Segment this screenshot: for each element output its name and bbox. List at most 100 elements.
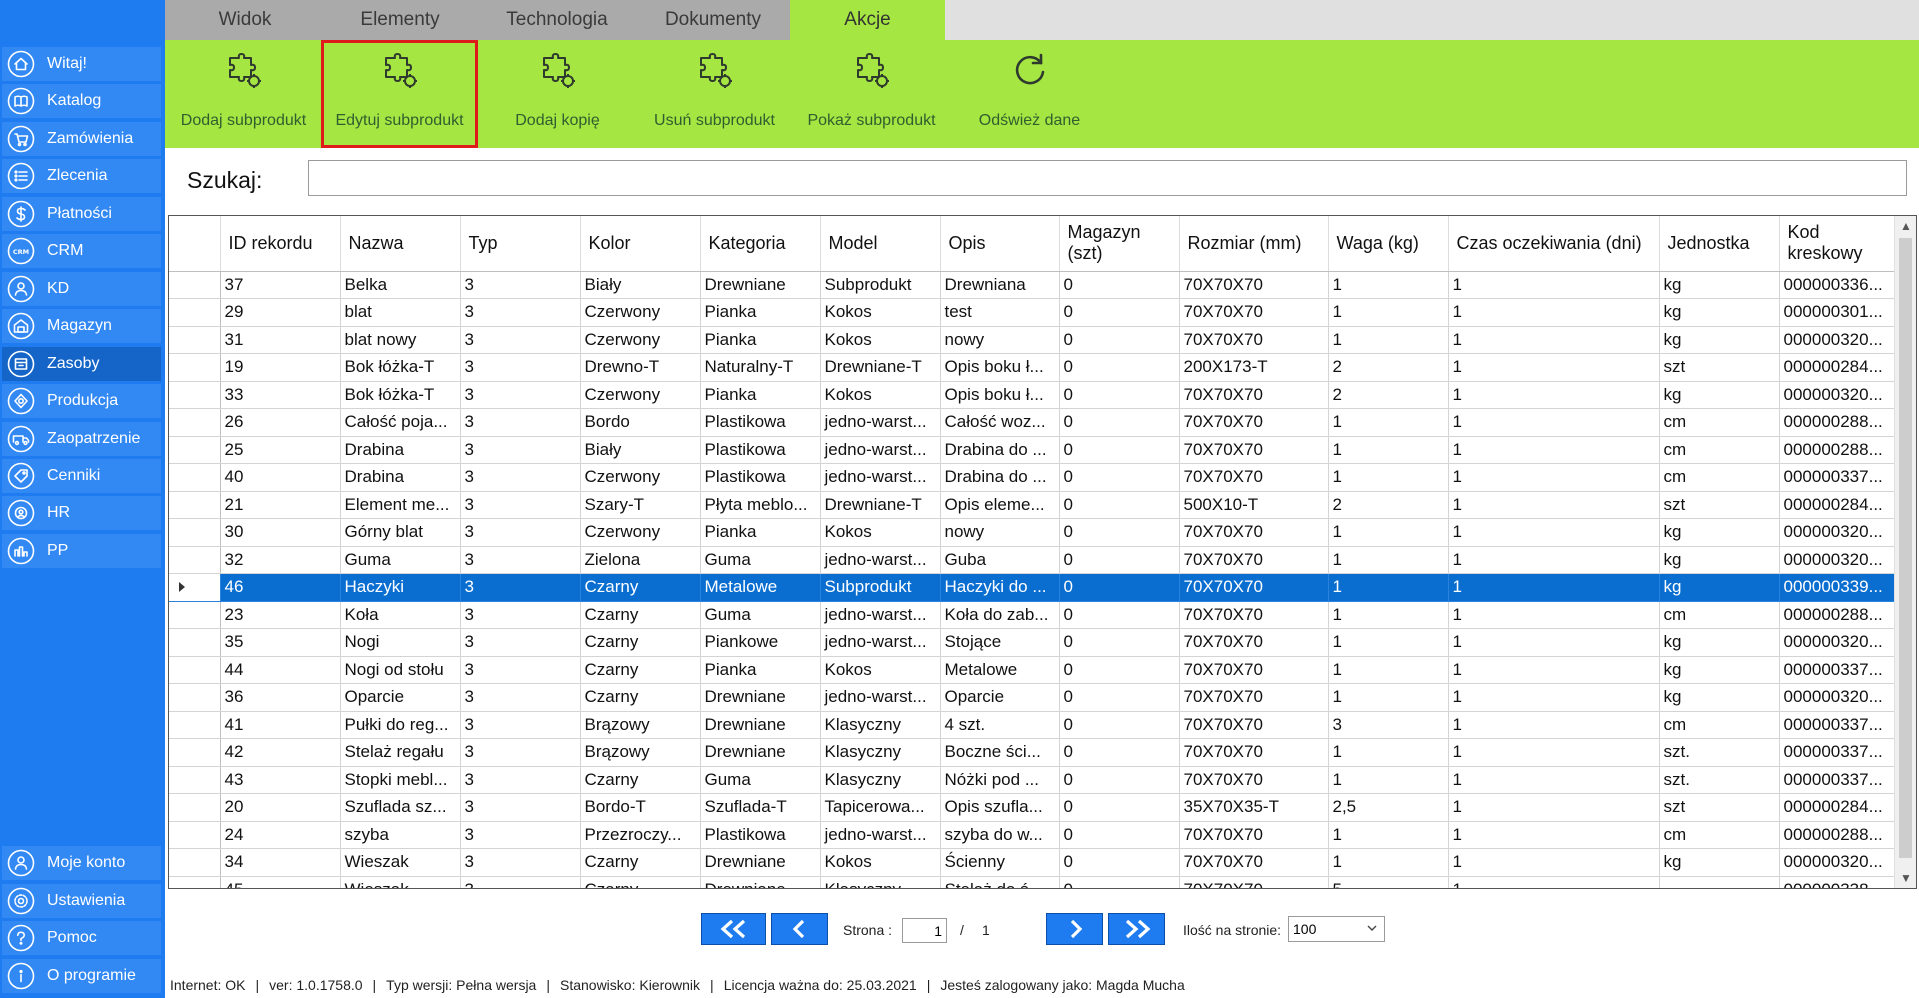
table-cell[interactable]: 0 [1059,766,1180,794]
table-row[interactable]: 31 blat nowy 3 Czerwony Pianka Kokos nowy 0 70X7… [169,326,1900,354]
table-cell[interactable]: Haczyki do ... [940,573,1060,602]
table-cell[interactable]: 29 [220,298,341,327]
table-cell[interactable] [1659,876,1780,888]
table-cell[interactable]: Czarny [580,573,701,602]
row-header-cell[interactable] [169,738,221,767]
table-cell[interactable]: 3 [460,353,581,382]
search-input[interactable] [308,160,1907,196]
sidebar-item-zaopatrzenie[interactable]: Zaopatrzenie [2,421,161,456]
table-cell[interactable]: Kokos [820,656,941,684]
table-cell[interactable]: 1 [1328,601,1449,629]
table-cell[interactable]: 1 [1448,491,1660,519]
table-cell[interactable]: Pianka [700,381,821,409]
table-cell[interactable]: 1 [1328,573,1449,602]
table-cell[interactable]: Szuflada-T [700,793,821,822]
sidebar-item-cenniki[interactable]: Cenniki [2,458,161,493]
table-cell[interactable]: 0 [1059,628,1180,657]
table-cell[interactable]: 3 [460,711,581,739]
table-cell[interactable]: 21 [220,491,341,519]
table-cell[interactable]: Drewniana [940,271,1060,299]
table-cell[interactable]: 0 [1059,683,1180,712]
table-cell[interactable]: 0 [1059,408,1180,437]
table-row[interactable]: 46 Haczyki 3 Czarny Metalowe Subprodukt Haczyk… [169,573,1900,602]
table-cell[interactable]: Boczne ści... [940,738,1060,767]
table-cell[interactable]: Drewniane-T [820,491,941,519]
sidebar-item-pomoc[interactable]: Pomoc [2,921,161,955]
table-cell[interactable]: nowy [940,326,1060,354]
table-cell[interactable]: 37 [220,271,341,299]
table-cell[interactable]: 3 [460,573,581,602]
table-cell[interactable]: 3 [460,381,581,409]
table-cell[interactable]: Pianka [700,656,821,684]
column-header[interactable]: Jednostka [1659,216,1780,272]
table-cell[interactable]: jedno-warst... [820,546,941,574]
table-cell[interactable]: 1 [1448,326,1660,354]
sidebar-item-crm[interactable]: CRM CRM [2,234,161,269]
table-cell[interactable]: 40 [220,463,341,492]
table-cell[interactable]: szt [1659,353,1780,382]
table-cell[interactable]: 1 [1328,766,1449,794]
table-cell[interactable]: 3 [460,628,581,657]
table-cell[interactable]: Czarny [580,848,701,877]
table-cell[interactable]: szt [1659,491,1780,519]
per-page-select[interactable]: 100 [1288,916,1385,942]
table-cell[interactable]: 43 [220,766,341,794]
table-row[interactable]: 23 Koła 3 Czarny Guma jedno-warst... Koła do z… [169,601,1900,629]
table-cell[interactable]: 46 [220,573,341,602]
table-cell[interactable]: 70X70X70 [1179,271,1329,299]
table-cell[interactable]: szyba [340,821,461,849]
table-cell[interactable]: Górny blat [340,518,461,547]
table-cell[interactable]: 0 [1059,436,1180,464]
table-cell[interactable]: 1 [1448,353,1660,382]
column-header[interactable]: Rozmiar (mm) [1179,216,1329,272]
table-cell[interactable]: Biały [580,271,701,299]
usuń-subprodukt-button[interactable]: Usuń subprodukt [636,40,793,148]
table-cell[interactable]: Guma [340,546,461,574]
table-cell[interactable]: 36 [220,683,341,712]
table-cell[interactable]: 3 [460,876,581,888]
tab-akcje[interactable]: Akcje [790,0,945,40]
table-cell[interactable]: 3 [460,821,581,849]
table-cell[interactable]: cm [1659,601,1780,629]
table-cell[interactable]: szt. [1659,738,1780,767]
table-row[interactable]: 36 Oparcie 3 Czarny Drewniane jedno-warst... O… [169,683,1900,712]
next-page-button[interactable] [1046,913,1103,945]
tab-widok[interactable]: Widok [165,0,325,40]
table-cell[interactable]: Czarny [580,656,701,684]
sidebar-item-zlecenia[interactable]: Zlecenia [2,159,161,194]
table-cell[interactable]: 000000320... [1779,381,1900,409]
table-cell[interactable]: Stopki mebl... [340,766,461,794]
table-cell[interactable]: 000000288... [1779,601,1900,629]
table-cell[interactable]: 1 [1448,381,1660,409]
sidebar-item-zamówienia[interactable]: Zamówienia [2,121,161,156]
table-cell[interactable]: jedno-warst... [820,408,941,437]
table-cell[interactable]: Naturalny-T [700,353,821,382]
table-cell[interactable]: 000000337... [1779,463,1900,492]
table-cell[interactable]: Czarny [580,683,701,712]
table-row[interactable]: 40 Drabina 3 Czerwony Plastikowa jedno-warst.… [169,463,1900,492]
table-cell[interactable]: Bordo [580,408,701,437]
table-cell[interactable]: 31 [220,326,341,354]
table-cell[interactable]: 1 [1448,848,1660,877]
table-cell[interactable]: Klasyczny [820,876,941,888]
table-cell[interactable]: Kokos [820,298,941,327]
table-cell[interactable]: Czerwony [580,463,701,492]
table-cell[interactable]: 34 [220,848,341,877]
table-cell[interactable]: nowy [940,518,1060,547]
table-cell[interactable]: 0 [1059,298,1180,327]
table-cell[interactable]: Oparcie [940,683,1060,712]
table-row[interactable]: 45Wieszak3CzarnyDrewnianeKlasycznyStelaż… [169,876,1900,888]
table-cell[interactable]: 3 [460,656,581,684]
table-cell[interactable]: cm [1659,436,1780,464]
sidebar-item-płatności[interactable]: Płatności [2,196,161,231]
table-cell[interactable]: Subprodukt [820,271,941,299]
table-cell[interactable]: 000000288... [1779,436,1900,464]
table-cell[interactable]: 35X70X35-T [1179,793,1329,822]
table-cell[interactable]: Biały [580,436,701,464]
table-cell[interactable]: Guba [940,546,1060,574]
table-cell[interactable]: 4 szt. [940,711,1060,739]
table-cell[interactable]: test [940,298,1060,327]
table-cell[interactable]: Pianka [700,518,821,547]
row-header-cell[interactable] [169,518,221,547]
sidebar-item-kd[interactable]: KD [2,271,161,306]
